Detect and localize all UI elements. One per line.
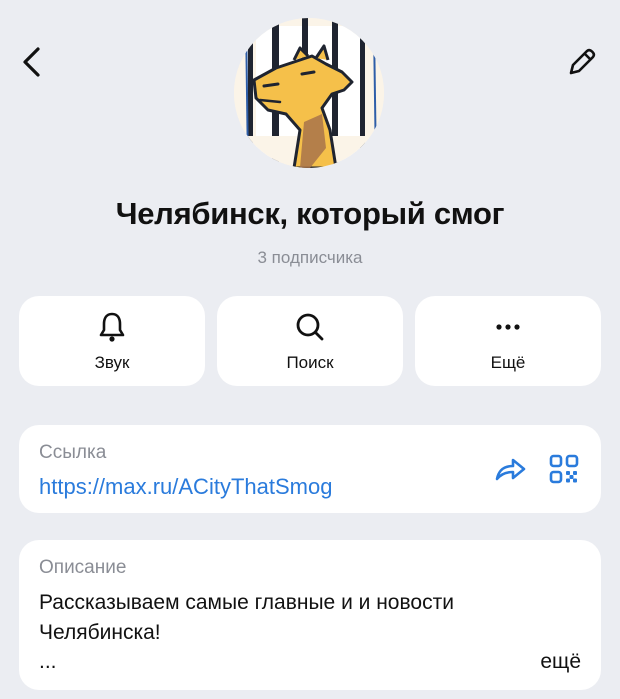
back-button[interactable] <box>12 42 52 82</box>
more-dots-icon <box>496 323 520 330</box>
camel-illustration <box>234 18 384 168</box>
search-button-label: Поиск <box>286 352 334 372</box>
channel-link[interactable]: https://max.ru/ACityThatSmog <box>39 474 332 500</box>
sound-button[interactable]: Звук <box>19 296 205 386</box>
chevron-left-icon <box>23 47 40 77</box>
edit-button[interactable] <box>562 42 602 82</box>
action-bar: Звук Поиск Ещё <box>19 296 601 386</box>
more-button[interactable]: Ещё <box>415 296 601 386</box>
channel-avatar[interactable] <box>234 18 384 168</box>
description-card: Описание Рассказываем самые главные и и … <box>19 540 601 690</box>
search-button[interactable]: Поиск <box>217 296 403 386</box>
share-icon <box>495 458 526 481</box>
qr-code-icon <box>549 454 579 484</box>
more-button-label: Ещё <box>490 352 526 372</box>
channel-profile-screen: Челябинск, который смог 3 подписчика Зву… <box>0 0 620 699</box>
subscriber-count: 3 подписчика <box>257 248 363 267</box>
link-label: Ссылка <box>39 442 107 463</box>
description-text: Рассказываем самые главные и и новости Ч… <box>39 591 454 644</box>
link-card: Ссылка https://max.ru/ACityThatSmog <box>19 425 601 513</box>
sound-button-label: Звук <box>94 352 130 372</box>
show-more-link[interactable]: ещё <box>540 650 581 674</box>
pencil-icon <box>569 48 596 75</box>
channel-title: Челябинск, который смог <box>115 196 505 231</box>
bell-icon <box>99 312 125 342</box>
search-icon <box>296 313 324 340</box>
description-label: Описание <box>39 557 127 578</box>
qr-code-button[interactable] <box>547 452 581 486</box>
share-button[interactable] <box>493 452 527 486</box>
description-ellipsis: ... <box>39 650 57 673</box>
